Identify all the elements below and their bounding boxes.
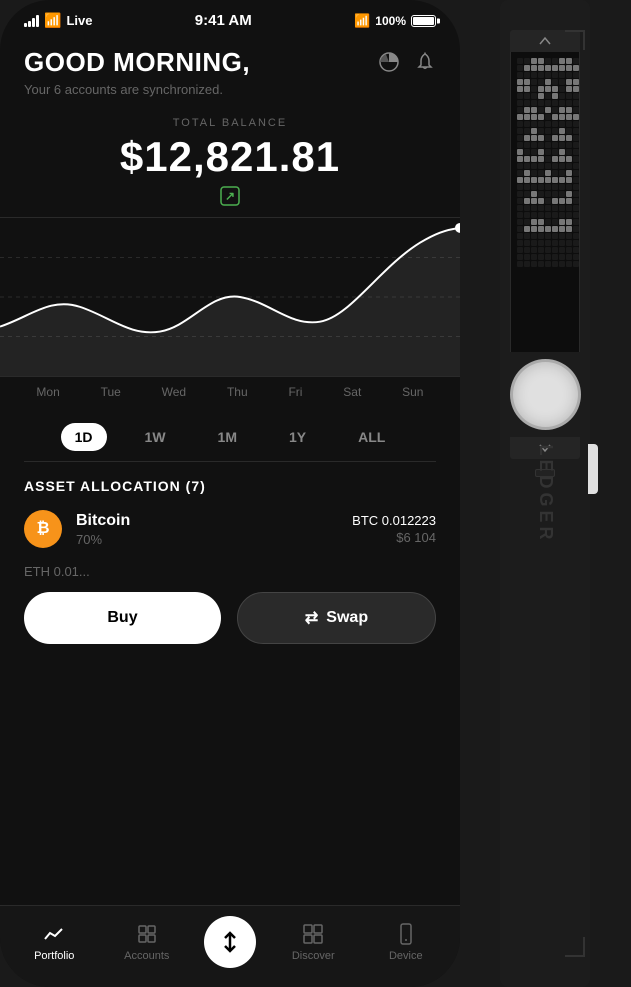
- day-sat: Sat: [343, 385, 361, 399]
- wifi-icon: 📶: [44, 12, 61, 29]
- bluetooth-icon: 📶: [354, 13, 370, 29]
- section-divider: [24, 461, 436, 462]
- chart-svg: [0, 218, 460, 376]
- asset-eth-partial: ETH 0.01...: [0, 564, 460, 584]
- device-nav-icon: [394, 922, 418, 946]
- notification-icon[interactable]: [414, 51, 436, 79]
- bracket-top: [565, 30, 585, 50]
- bracket-bottom: [565, 937, 585, 957]
- day-mon: Mon: [36, 385, 59, 399]
- chevron-up-icon: [539, 36, 551, 46]
- period-1d[interactable]: 1D: [61, 423, 107, 451]
- time-label: 9:41 AM: [195, 12, 252, 29]
- asset-bitcoin-right: BTC 0.012223 $6 104: [352, 513, 436, 545]
- ledger-wheel[interactable]: [513, 362, 578, 427]
- greeting-subtitle: Your 6 accounts are synchronized.: [24, 82, 250, 97]
- day-tue: Tue: [101, 385, 121, 399]
- swap-button[interactable]: ⇄ Swap: [237, 592, 436, 644]
- discover-nav-icon: [301, 922, 325, 946]
- nav-device[interactable]: Device: [360, 922, 453, 962]
- action-buttons: Buy ⇄ Swap: [0, 584, 460, 660]
- portfolio-icon[interactable]: [378, 51, 400, 79]
- portfolio-nav-icon: [42, 922, 66, 946]
- nav-center-button[interactable]: [204, 916, 256, 968]
- period-1m[interactable]: 1M: [204, 423, 251, 451]
- swap-icon: ⇄: [305, 608, 318, 628]
- ledger-brand: LEDGER: [535, 444, 556, 543]
- ledger-body: LEDGER: [500, 0, 590, 987]
- asset-bitcoin-info: Bitcoin 70%: [76, 512, 130, 547]
- balance-label: TOTAL BALANCE: [0, 117, 460, 129]
- asset-bitcoin-value: $6 104: [352, 530, 436, 545]
- asset-bitcoin-pct: 70%: [76, 532, 130, 547]
- asset-bitcoin-name: Bitcoin: [76, 512, 130, 530]
- status-left: 📶 Live: [24, 12, 92, 29]
- bitcoin-icon: ₿: [24, 510, 62, 548]
- battery-fill: [413, 17, 434, 25]
- signal-bars: [24, 15, 39, 27]
- ledger-screen: [510, 52, 580, 352]
- accounts-nav-icon: [135, 922, 159, 946]
- nav-portfolio[interactable]: Portfolio: [8, 922, 101, 962]
- greeting-title: GOOD MORNING,: [24, 47, 250, 78]
- greeting-block: GOOD MORNING, Your 6 accounts are synchr…: [24, 47, 250, 97]
- battery-icon: [411, 15, 436, 27]
- nav-discover[interactable]: Discover: [267, 922, 360, 962]
- battery-pct: 100%: [375, 14, 406, 28]
- balance-section: TOTAL BALANCE $12,821.81 ↗: [0, 107, 460, 207]
- header-icons: [378, 51, 436, 79]
- chart-container: [0, 217, 460, 377]
- asset-allocation-title: ASSET ALLOCATION (7): [0, 478, 460, 510]
- period-all[interactable]: ALL: [344, 423, 399, 451]
- nav-device-label: Device: [389, 950, 423, 962]
- day-fri: Fri: [288, 385, 302, 399]
- header: GOOD MORNING, Your 6 accounts are synchr…: [0, 29, 460, 107]
- asset-bitcoin[interactable]: ₿ Bitcoin 70% BTC 0.012223 $6 104: [0, 510, 460, 564]
- phone: 📶 Live 9:41 AM 📶 100% GOOD MORNING, Your…: [0, 0, 460, 987]
- nav-accounts[interactable]: Accounts: [101, 922, 194, 962]
- asset-bitcoin-left: ₿ Bitcoin 70%: [24, 510, 130, 548]
- period-1y[interactable]: 1Y: [275, 423, 320, 451]
- nav-accounts-label: Accounts: [124, 950, 169, 962]
- bottom-nav: Portfolio Accounts: [0, 905, 460, 987]
- chart-days: Mon Tue Wed Thu Fri Sat Sun: [0, 377, 460, 407]
- nav-portfolio-label: Portfolio: [34, 950, 74, 962]
- day-wed: Wed: [162, 385, 186, 399]
- nav-center[interactable]: [193, 916, 267, 968]
- status-right: 📶 100%: [354, 13, 436, 29]
- svg-text:↗: ↗: [225, 189, 235, 203]
- buy-button[interactable]: Buy: [24, 592, 221, 644]
- ledger-device: LEDGER: [460, 0, 631, 987]
- balance-change: ↗: [0, 185, 460, 207]
- period-selector: 1D 1W 1M 1Y ALL: [0, 407, 460, 461]
- status-bar: 📶 Live 9:41 AM 📶 100%: [0, 0, 460, 29]
- swap-label: Swap: [326, 609, 368, 627]
- day-thu: Thu: [227, 385, 248, 399]
- balance-amount: $12,821.81: [0, 133, 460, 181]
- carrier-label: Live: [66, 13, 92, 28]
- ledger-connector: [588, 444, 598, 494]
- nav-discover-label: Discover: [292, 950, 335, 962]
- transfer-icon: [218, 930, 242, 954]
- day-sun: Sun: [402, 385, 423, 399]
- period-1w[interactable]: 1W: [131, 423, 180, 451]
- asset-bitcoin-amount: BTC 0.012223: [352, 513, 436, 528]
- buy-label: Buy: [107, 609, 137, 627]
